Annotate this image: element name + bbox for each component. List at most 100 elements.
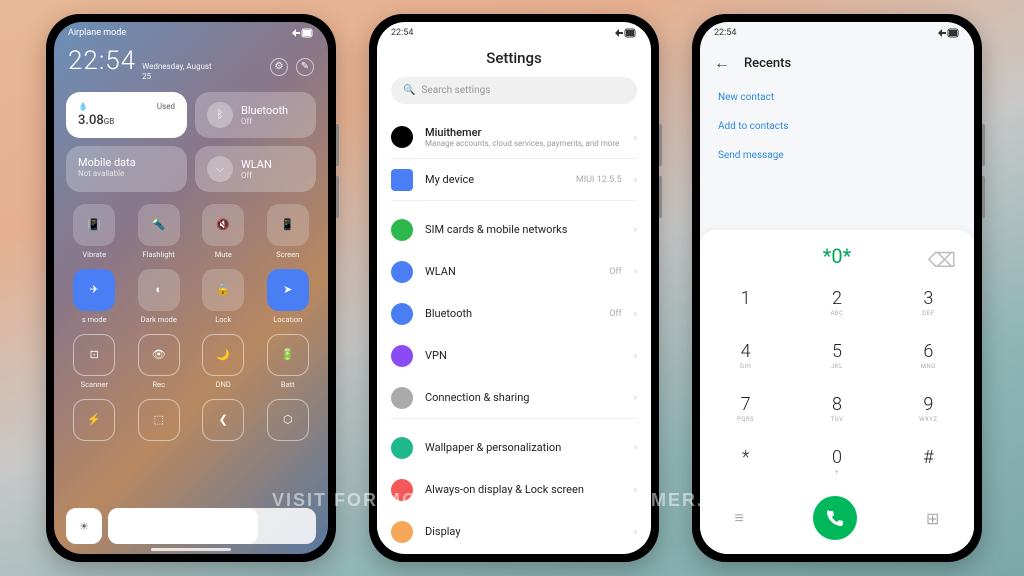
- key-1[interactable]: 1: [700, 276, 791, 329]
- settings-icon: [391, 169, 413, 191]
- search-icon: 🔍: [403, 85, 415, 96]
- settings-icon: [391, 387, 413, 409]
- avatar: [391, 126, 413, 148]
- tile-extra[interactable]: ⬡: [260, 399, 317, 441]
- status-bar: Airplane mode: [54, 22, 328, 38]
- settings-item[interactable]: SIM cards & mobile networks›: [377, 209, 651, 251]
- chevron-right-icon: ›: [634, 391, 637, 404]
- settings-icon: [391, 303, 413, 325]
- edit-icon[interactable]: ✎: [296, 58, 314, 76]
- tile-icon: 🔇: [202, 204, 244, 246]
- tile-scanner[interactable]: ⊡Scanner: [66, 334, 123, 389]
- settings-item[interactable]: VPN›: [377, 335, 651, 377]
- tile-s-mode[interactable]: ✈s mode: [66, 269, 123, 324]
- tile-rec[interactable]: 👁Rec: [131, 334, 188, 389]
- dialer-action[interactable]: New contact: [718, 83, 956, 112]
- clock-time: 22:54: [68, 46, 136, 76]
- key-5[interactable]: 5JKL: [791, 329, 882, 382]
- page-title: Recents: [744, 56, 791, 71]
- settings-icon: [391, 219, 413, 241]
- tile-icon: 🔦: [138, 204, 180, 246]
- tile-batt[interactable]: 🔋Batt: [260, 334, 317, 389]
- profile-item[interactable]: MiuithemerManage accounts, cloud service…: [377, 116, 651, 159]
- mobile-data-card[interactable]: Mobile dataNot available: [66, 146, 187, 192]
- phone-control-center: Airplane mode 22:54 Wednesday, August25 …: [46, 14, 336, 562]
- search-input[interactable]: 🔍Search settings: [391, 77, 637, 104]
- battery-icon: [292, 28, 314, 38]
- settings-icon: [391, 345, 413, 367]
- tile-icon: ✈: [73, 269, 115, 311]
- page-title: Settings: [377, 43, 651, 77]
- tile-extra[interactable]: ⬚: [131, 399, 188, 441]
- chevron-right-icon: ›: [634, 349, 637, 362]
- tile-icon: ⚡: [73, 399, 115, 441]
- settings-item[interactable]: BluetoothOff›: [377, 293, 651, 335]
- tile-icon: ◐: [138, 269, 180, 311]
- key-9[interactable]: 9WXYZ: [883, 382, 974, 435]
- chevron-right-icon: ›: [634, 223, 637, 236]
- clock-date: Wednesday, August25: [142, 62, 211, 81]
- bluetooth-card[interactable]: ᛒBluetoothOff: [195, 92, 316, 138]
- tile-dark-mode[interactable]: ◐Dark mode: [131, 269, 188, 324]
- key-#[interactable]: #: [883, 435, 974, 488]
- cleaner-card[interactable]: 💧Used 3.08GB: [66, 92, 187, 138]
- tile-mute[interactable]: 🔇Mute: [195, 204, 252, 259]
- settings-item[interactable]: Display›: [377, 511, 651, 553]
- settings-item[interactable]: My deviceMIUI 12.5.5›: [377, 159, 651, 201]
- chevron-right-icon: ›: [634, 131, 637, 144]
- key-3[interactable]: 3DEF: [883, 276, 974, 329]
- tile-location[interactable]: ➤Location: [260, 269, 317, 324]
- chevron-right-icon: ›: [634, 265, 637, 278]
- chevron-right-icon: ›: [634, 525, 637, 538]
- home-indicator[interactable]: [151, 548, 231, 551]
- tile-icon: 🔋: [267, 334, 309, 376]
- key-7[interactable]: 7PQRS: [700, 382, 791, 435]
- tile-icon: 🔒: [202, 269, 244, 311]
- tile-lock[interactable]: 🔒Lock: [195, 269, 252, 324]
- tile-flashlight[interactable]: 🔦Flashlight: [131, 204, 188, 259]
- key-*[interactable]: *: [700, 435, 791, 488]
- phone-dialer: 22:54 ← Recents New contactAdd to contac…: [692, 14, 982, 562]
- tile-icon: 📱: [267, 204, 309, 246]
- watermark: VISIT FOR MORE THEMES - MIUITHEMER.COM: [0, 490, 1024, 511]
- wlan-card[interactable]: ⌵WLANOff: [195, 146, 316, 192]
- dial-input: *0*⌫: [700, 236, 974, 276]
- back-button[interactable]: ←: [714, 53, 730, 73]
- auto-brightness-toggle[interactable]: ☀: [66, 508, 102, 544]
- battery-icon: [938, 28, 960, 41]
- bluetooth-icon: ᛒ: [207, 102, 233, 128]
- key-8[interactable]: 8TUV: [791, 382, 882, 435]
- key-6[interactable]: 6MNO: [883, 329, 974, 382]
- tile-vibrate[interactable]: 📳Vibrate: [66, 204, 123, 259]
- key-0[interactable]: 0+: [791, 435, 882, 488]
- brightness-slider[interactable]: [108, 508, 316, 544]
- battery-icon: [615, 28, 637, 41]
- settings-item[interactable]: Connection & sharing›: [377, 377, 651, 419]
- dialer-action[interactable]: Send message: [718, 141, 956, 170]
- tile-extra[interactable]: ⚡: [66, 399, 123, 441]
- keypad-toggle-icon[interactable]: ⊞: [926, 509, 939, 528]
- dialer-action[interactable]: Add to contacts: [718, 112, 956, 141]
- tile-icon: ➤: [267, 269, 309, 311]
- tile-icon: ⬡: [267, 399, 309, 441]
- key-4[interactable]: 4GHI: [700, 329, 791, 382]
- status-text: Airplane mode: [68, 28, 126, 38]
- settings-item[interactable]: Wallpaper & personalization›: [377, 427, 651, 469]
- gear-icon[interactable]: ⚙: [270, 58, 288, 76]
- tile-screen[interactable]: 📱Screen: [260, 204, 317, 259]
- phone-settings: 22:54 Settings 🔍Search settings Miuithem…: [369, 14, 659, 562]
- wifi-icon: ⌵: [207, 156, 233, 182]
- tile-extra[interactable]: ❮: [195, 399, 252, 441]
- status-bar: 22:54: [377, 22, 651, 43]
- settings-item[interactable]: WLANOff›: [377, 251, 651, 293]
- key-2[interactable]: 2ABC: [791, 276, 882, 329]
- tile-icon: ❮: [202, 399, 244, 441]
- backspace-icon[interactable]: ⌫: [928, 248, 956, 272]
- settings-icon: [391, 261, 413, 283]
- chevron-right-icon: ›: [634, 173, 637, 186]
- status-bar: 22:54: [700, 22, 974, 43]
- tile-dnd[interactable]: 🌙DND: [195, 334, 252, 389]
- chevron-right-icon: ›: [634, 441, 637, 454]
- menu-icon[interactable]: ≡: [735, 508, 744, 528]
- chevron-right-icon: ›: [634, 307, 637, 320]
